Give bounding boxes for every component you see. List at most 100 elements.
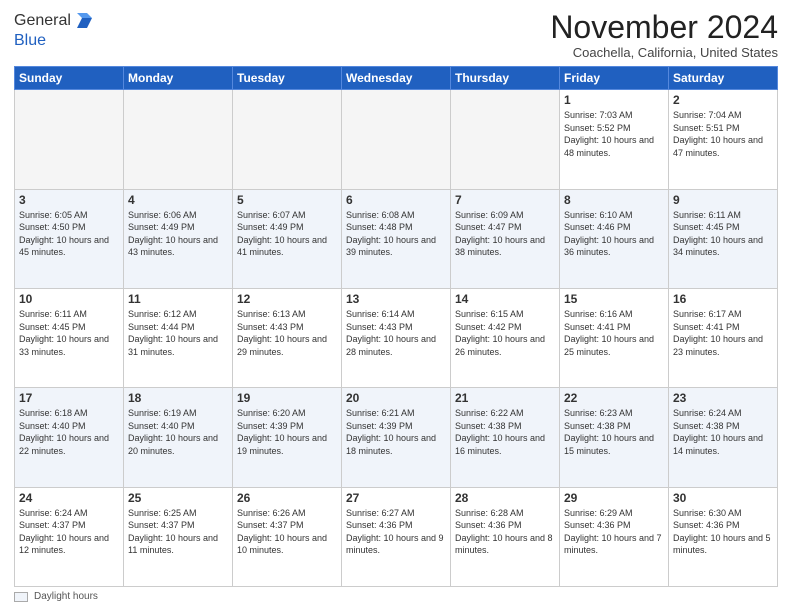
- calendar-cell: 17 Sunrise: 6:18 AM Sunset: 4:40 PM Dayli…: [15, 388, 124, 487]
- logo-blue-text: Blue: [14, 32, 46, 49]
- logo-icon: [73, 10, 95, 32]
- day-number: 16: [673, 292, 773, 306]
- day-number: 29: [564, 491, 664, 505]
- calendar-cell: 2 Sunrise: 7:04 AM Sunset: 5:51 PM Daylig…: [669, 90, 778, 189]
- day-number: 18: [128, 391, 228, 405]
- day-info: Sunrise: 6:25 AM Sunset: 4:37 PM Dayligh…: [128, 507, 228, 557]
- day-info: Sunrise: 6:22 AM Sunset: 4:38 PM Dayligh…: [455, 407, 555, 457]
- calendar-cell: 9 Sunrise: 6:11 AM Sunset: 4:45 PM Daylig…: [669, 189, 778, 288]
- calendar-week-row: 24 Sunrise: 6:24 AM Sunset: 4:37 PM Dayli…: [15, 487, 778, 586]
- day-info: Sunrise: 7:03 AM Sunset: 5:52 PM Dayligh…: [564, 109, 664, 159]
- day-info: Sunrise: 6:30 AM Sunset: 4:36 PM Dayligh…: [673, 507, 773, 557]
- calendar-cell: 4 Sunrise: 6:06 AM Sunset: 4:49 PM Daylig…: [124, 189, 233, 288]
- calendar-cell: 14 Sunrise: 6:15 AM Sunset: 4:42 PM Dayli…: [451, 288, 560, 387]
- calendar-week-row: 3Sunrise: 6:05 AM Sunset: 4:50 PM Daylig…: [15, 189, 778, 288]
- day-number: 5: [237, 193, 337, 207]
- day-number: 7: [455, 193, 555, 207]
- day-info: Sunrise: 6:09 AM Sunset: 4:47 PM Dayligh…: [455, 209, 555, 259]
- day-info: Sunrise: 6:24 AM Sunset: 4:37 PM Dayligh…: [19, 507, 119, 557]
- day-number: 13: [346, 292, 446, 306]
- weekday-header-wednesday: Wednesday: [342, 67, 451, 90]
- calendar-cell: [15, 90, 124, 189]
- day-info: Sunrise: 7:04 AM Sunset: 5:51 PM Dayligh…: [673, 109, 773, 159]
- calendar-cell: 22Sunrise: 6:23 AM Sunset: 4:38 PM Dayli…: [560, 388, 669, 487]
- day-info: Sunrise: 6:29 AM Sunset: 4:36 PM Dayligh…: [564, 507, 664, 557]
- calendar-cell: 8 Sunrise: 6:10 AM Sunset: 4:46 PM Daylig…: [560, 189, 669, 288]
- day-info: Sunrise: 6:12 AM Sunset: 4:44 PM Dayligh…: [128, 308, 228, 358]
- day-info: Sunrise: 6:27 AM Sunset: 4:36 PM Dayligh…: [346, 507, 446, 557]
- day-number: 28: [455, 491, 555, 505]
- calendar-cell: 5 Sunrise: 6:07 AM Sunset: 4:49 PM Daylig…: [233, 189, 342, 288]
- day-number: 1: [564, 93, 664, 107]
- day-number: 2: [673, 93, 773, 107]
- logo: General Blue: [14, 10, 95, 50]
- day-info: Sunrise: 6:07 AM Sunset: 4:49 PM Dayligh…: [237, 209, 337, 259]
- day-info: Sunrise: 6:11 AM Sunset: 4:45 PM Dayligh…: [19, 308, 119, 358]
- calendar-week-row: 17 Sunrise: 6:18 AM Sunset: 4:40 PM Dayli…: [15, 388, 778, 487]
- day-number: 9: [673, 193, 773, 207]
- legend-label: Daylight hours: [34, 591, 98, 602]
- calendar-week-row: 1 Sunrise: 7:03 AM Sunset: 5:52 PM Daylig…: [15, 90, 778, 189]
- calendar-cell: 21 Sunrise: 6:22 AM Sunset: 4:38 PM Dayli…: [451, 388, 560, 487]
- day-number: 22: [564, 391, 664, 405]
- calendar-cell: 1 Sunrise: 7:03 AM Sunset: 5:52 PM Daylig…: [560, 90, 669, 189]
- day-number: 15: [564, 292, 664, 306]
- page: General Blue November 2024 Coachella, Ca…: [0, 0, 792, 612]
- day-number: 14: [455, 292, 555, 306]
- calendar-table: SundayMondayTuesdayWednesdayThursdayFrid…: [14, 66, 778, 587]
- day-info: Sunrise: 6:06 AM Sunset: 4:49 PM Dayligh…: [128, 209, 228, 259]
- calendar-cell: 30 Sunrise: 6:30 AM Sunset: 4:36 PM Dayli…: [669, 487, 778, 586]
- weekday-header-row: SundayMondayTuesdayWednesdayThursdayFrid…: [15, 67, 778, 90]
- day-info: Sunrise: 6:20 AM Sunset: 4:39 PM Dayligh…: [237, 407, 337, 457]
- calendar-cell: 10 Sunrise: 6:11 AM Sunset: 4:45 PM Dayli…: [15, 288, 124, 387]
- day-number: 6: [346, 193, 446, 207]
- day-number: 19: [237, 391, 337, 405]
- day-number: 21: [455, 391, 555, 405]
- legend: Daylight hours: [14, 591, 778, 602]
- day-number: 4: [128, 193, 228, 207]
- day-info: Sunrise: 6:14 AM Sunset: 4:43 PM Dayligh…: [346, 308, 446, 358]
- calendar-cell: 19 Sunrise: 6:20 AM Sunset: 4:39 PM Dayli…: [233, 388, 342, 487]
- calendar-cell: [342, 90, 451, 189]
- calendar-cell: 11Sunrise: 6:12 AM Sunset: 4:44 PM Dayli…: [124, 288, 233, 387]
- calendar-cell: 28 Sunrise: 6:28 AM Sunset: 4:36 PM Dayli…: [451, 487, 560, 586]
- day-info: Sunrise: 6:08 AM Sunset: 4:48 PM Dayligh…: [346, 209, 446, 259]
- day-number: 20: [346, 391, 446, 405]
- day-info: Sunrise: 6:21 AM Sunset: 4:39 PM Dayligh…: [346, 407, 446, 457]
- day-number: 26: [237, 491, 337, 505]
- calendar-cell: 26Sunrise: 6:26 AM Sunset: 4:37 PM Dayli…: [233, 487, 342, 586]
- day-number: 10: [19, 292, 119, 306]
- calendar-week-row: 10 Sunrise: 6:11 AM Sunset: 4:45 PM Dayli…: [15, 288, 778, 387]
- calendar-cell: 13 Sunrise: 6:14 AM Sunset: 4:43 PM Dayli…: [342, 288, 451, 387]
- logo-general-text: General: [14, 12, 71, 30]
- calendar-cell: 25Sunrise: 6:25 AM Sunset: 4:37 PM Dayli…: [124, 487, 233, 586]
- weekday-header-thursday: Thursday: [451, 67, 560, 90]
- weekday-header-sunday: Sunday: [15, 67, 124, 90]
- day-info: Sunrise: 6:28 AM Sunset: 4:36 PM Dayligh…: [455, 507, 555, 557]
- calendar-cell: 15Sunrise: 6:16 AM Sunset: 4:41 PM Dayli…: [560, 288, 669, 387]
- calendar-cell: 6 Sunrise: 6:08 AM Sunset: 4:48 PM Daylig…: [342, 189, 451, 288]
- calendar-cell: 23Sunrise: 6:24 AM Sunset: 4:38 PM Dayli…: [669, 388, 778, 487]
- day-number: 30: [673, 491, 773, 505]
- calendar-cell: 18Sunrise: 6:19 AM Sunset: 4:40 PM Dayli…: [124, 388, 233, 487]
- day-number: 27: [346, 491, 446, 505]
- day-info: Sunrise: 6:24 AM Sunset: 4:38 PM Dayligh…: [673, 407, 773, 457]
- calendar-cell: 7 Sunrise: 6:09 AM Sunset: 4:47 PM Daylig…: [451, 189, 560, 288]
- calendar-cell: [451, 90, 560, 189]
- title-block: November 2024 Coachella, California, Uni…: [550, 10, 778, 60]
- day-number: 24: [19, 491, 119, 505]
- day-info: Sunrise: 6:15 AM Sunset: 4:42 PM Dayligh…: [455, 308, 555, 358]
- day-info: Sunrise: 6:18 AM Sunset: 4:40 PM Dayligh…: [19, 407, 119, 457]
- location-subtitle: Coachella, California, United States: [550, 45, 778, 60]
- day-info: Sunrise: 6:10 AM Sunset: 4:46 PM Dayligh…: [564, 209, 664, 259]
- day-number: 3: [19, 193, 119, 207]
- weekday-header-saturday: Saturday: [669, 67, 778, 90]
- day-number: 8: [564, 193, 664, 207]
- day-number: 17: [19, 391, 119, 405]
- calendar-cell: 12Sunrise: 6:13 AM Sunset: 4:43 PM Dayli…: [233, 288, 342, 387]
- weekday-header-tuesday: Tuesday: [233, 67, 342, 90]
- calendar-cell: 24 Sunrise: 6:24 AM Sunset: 4:37 PM Dayli…: [15, 487, 124, 586]
- legend-color-box: [14, 592, 28, 602]
- calendar-cell: [233, 90, 342, 189]
- day-info: Sunrise: 6:11 AM Sunset: 4:45 PM Dayligh…: [673, 209, 773, 259]
